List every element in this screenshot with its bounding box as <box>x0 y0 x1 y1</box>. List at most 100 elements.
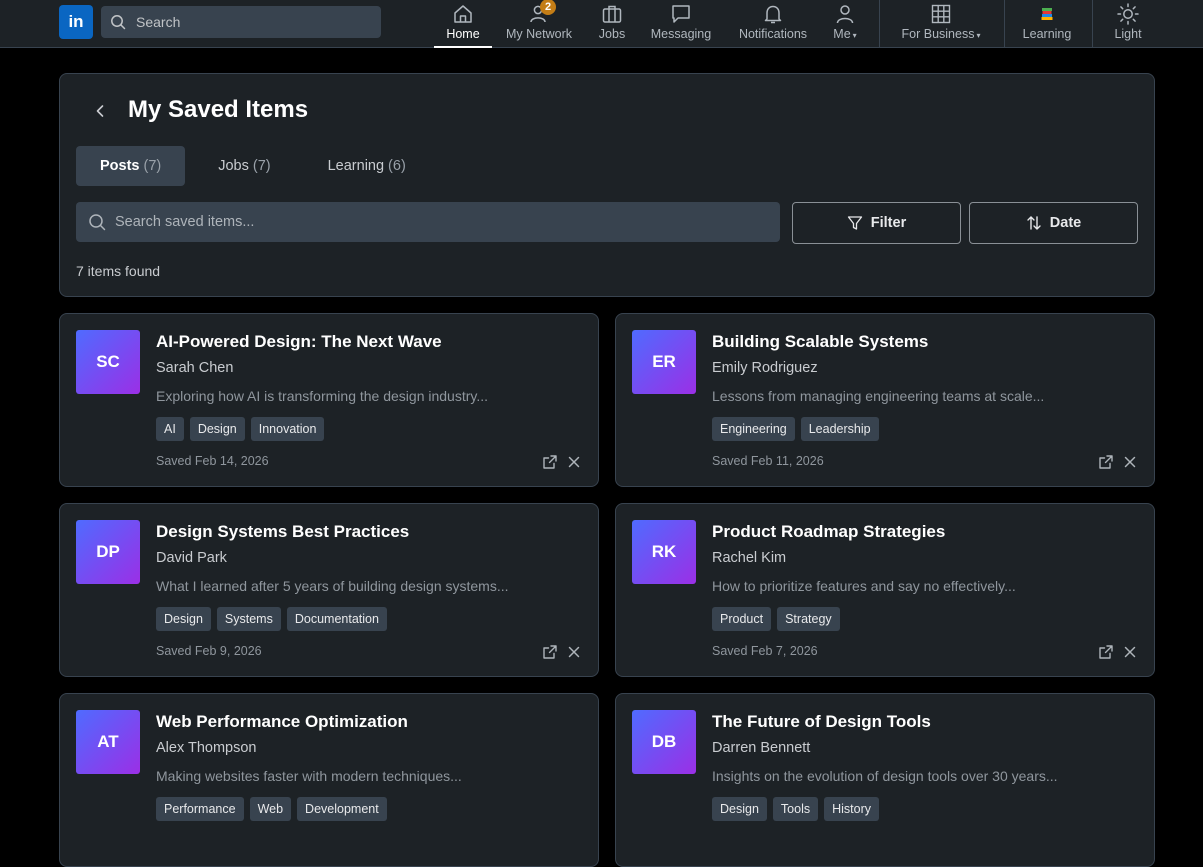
tag: Design <box>156 607 211 631</box>
saved-item-card[interactable]: SC AI-Powered Design: The Next Wave Sara… <box>59 313 599 487</box>
chevron-down-icon: ▾ <box>852 31 857 40</box>
bell-icon <box>764 5 782 24</box>
network-badge: 2 <box>540 0 556 15</box>
search-icon <box>111 15 126 30</box>
nav-me[interactable]: Me ▾ <box>828 0 862 48</box>
tag: Design <box>189 417 245 441</box>
saved-item-card[interactable]: DP Design Systems Best Practices David P… <box>59 503 599 677</box>
nav-messaging[interactable]: Messaging <box>645 0 717 48</box>
tab-jobs[interactable]: Jobs (7) <box>194 146 294 186</box>
external-link-icon[interactable] <box>1098 644 1114 660</box>
avatar: SC <box>76 330 140 394</box>
nav-divider <box>1092 0 1093 48</box>
top-navigation: in Home 2 My Network Jobs Messaging Noti… <box>0 0 1203 48</box>
user-icon <box>836 5 854 24</box>
tag: Engineering <box>712 417 795 441</box>
linkedin-logo[interactable]: in <box>59 5 93 39</box>
item-tags: Performance Web Development <box>156 797 393 821</box>
nav-notifications[interactable]: Notifications <box>733 0 813 48</box>
results-count: 7 items found <box>76 263 161 279</box>
item-author: Sarah Chen <box>156 360 234 376</box>
nav-theme-light[interactable]: Light <box>1108 0 1148 48</box>
saved-search-input[interactable] <box>115 214 755 230</box>
nav-for-business[interactable]: For Business ▾ <box>896 0 986 48</box>
filter-button-label: Filter <box>870 215 907 231</box>
saved-date: Saved Feb 7, 2026 <box>712 644 818 658</box>
tag: Development <box>297 797 387 821</box>
sort-icon <box>1027 216 1041 230</box>
back-button[interactable] <box>88 99 112 123</box>
saved-item-card[interactable]: RK Product Roadmap Strategies Rachel Kim… <box>615 503 1155 677</box>
nav-me-label: Me <box>833 27 851 41</box>
external-link-icon[interactable] <box>1098 454 1114 470</box>
tag: Performance <box>156 797 244 821</box>
item-title[interactable]: Design Systems Best Practices <box>156 522 409 542</box>
nav-notifications-label: Notifications <box>738 27 808 41</box>
item-title[interactable]: Product Roadmap Strategies <box>712 522 945 542</box>
chevron-down-icon: ▾ <box>976 31 981 40</box>
close-icon[interactable] <box>1122 454 1138 470</box>
saved-date: Saved Feb 11, 2026 <box>712 454 824 468</box>
tag: Systems <box>216 607 281 631</box>
saved-items-header: My Saved Items Posts (7) Jobs (7) Learni… <box>59 73 1155 297</box>
tab-posts[interactable]: Posts (7) <box>76 146 186 186</box>
avatar: AT <box>76 710 140 774</box>
item-excerpt: Lessons from managing engineering teams … <box>712 388 1045 404</box>
external-link-icon[interactable] <box>542 454 558 470</box>
nav-learning[interactable]: Learning <box>1018 0 1076 48</box>
tag: Design <box>712 797 767 821</box>
sort-date-button[interactable]: Date <box>969 202 1138 244</box>
item-tags: Engineering Leadership <box>712 417 885 441</box>
chevron-left-icon <box>96 105 104 117</box>
tab-learning-label: Learning <box>327 158 385 174</box>
search-icon <box>89 214 106 231</box>
saved-search[interactable] <box>76 202 780 242</box>
tab-learning[interactable]: Learning (6) <box>304 146 430 186</box>
close-icon[interactable] <box>566 644 582 660</box>
item-title[interactable]: The Future of Design Tools <box>712 712 931 732</box>
nav-home[interactable]: Home <box>434 0 492 48</box>
nav-divider <box>879 0 880 48</box>
nav-my-network[interactable]: 2 My Network <box>500 0 578 48</box>
saved-item-card[interactable]: DB The Future of Design Tools Darren Ben… <box>615 693 1155 867</box>
saved-date: Saved Feb 14, 2026 <box>156 454 269 468</box>
nav-home-label: Home <box>446 27 480 41</box>
item-author: Rachel Kim <box>712 550 787 566</box>
nav-learning-label: Learning <box>1022 27 1072 41</box>
avatar: ER <box>632 330 696 394</box>
global-search-input[interactable] <box>136 14 356 30</box>
item-author: Darren Bennett <box>712 740 811 756</box>
close-icon[interactable] <box>1122 644 1138 660</box>
saved-item-card[interactable]: ER Building Scalable Systems Emily Rodri… <box>615 313 1155 487</box>
message-icon <box>672 5 690 23</box>
nav-for-business-label: For Business <box>901 27 975 41</box>
external-link-icon[interactable] <box>542 644 558 660</box>
tag: Tools <box>772 797 819 821</box>
nav-jobs[interactable]: Jobs <box>590 0 634 48</box>
item-tags: AI Design Innovation <box>156 417 330 441</box>
tag: Product <box>712 607 772 631</box>
global-search[interactable] <box>101 6 381 38</box>
close-icon[interactable] <box>566 454 582 470</box>
tag: AI <box>156 417 184 441</box>
item-title[interactable]: Web Performance Optimization <box>156 712 408 732</box>
avatar: DB <box>632 710 696 774</box>
nav-my-network-label: My Network <box>506 27 572 41</box>
sun-icon <box>1117 3 1139 25</box>
tab-jobs-count: (7) <box>252 158 271 174</box>
item-title[interactable]: Building Scalable Systems <box>712 332 928 352</box>
tag: Documentation <box>286 607 387 631</box>
item-excerpt: How to prioritize features and say no ef… <box>712 578 1016 594</box>
item-tags: Design Systems Documentation <box>156 607 393 631</box>
item-title[interactable]: AI-Powered Design: The Next Wave <box>156 332 442 352</box>
item-author: Alex Thompson <box>156 740 257 756</box>
tab-posts-count: (7) <box>143 158 162 174</box>
filter-button[interactable]: Filter <box>792 202 961 244</box>
nav-jobs-label: Jobs <box>598 27 626 41</box>
avatar: DP <box>76 520 140 584</box>
tab-jobs-label: Jobs <box>218 158 249 174</box>
item-excerpt: Insights on the evolution of design tool… <box>712 768 1058 784</box>
page-title: My Saved Items <box>128 96 309 123</box>
avatar: RK <box>632 520 696 584</box>
saved-item-card[interactable]: AT Web Performance Optimization Alex Tho… <box>59 693 599 867</box>
